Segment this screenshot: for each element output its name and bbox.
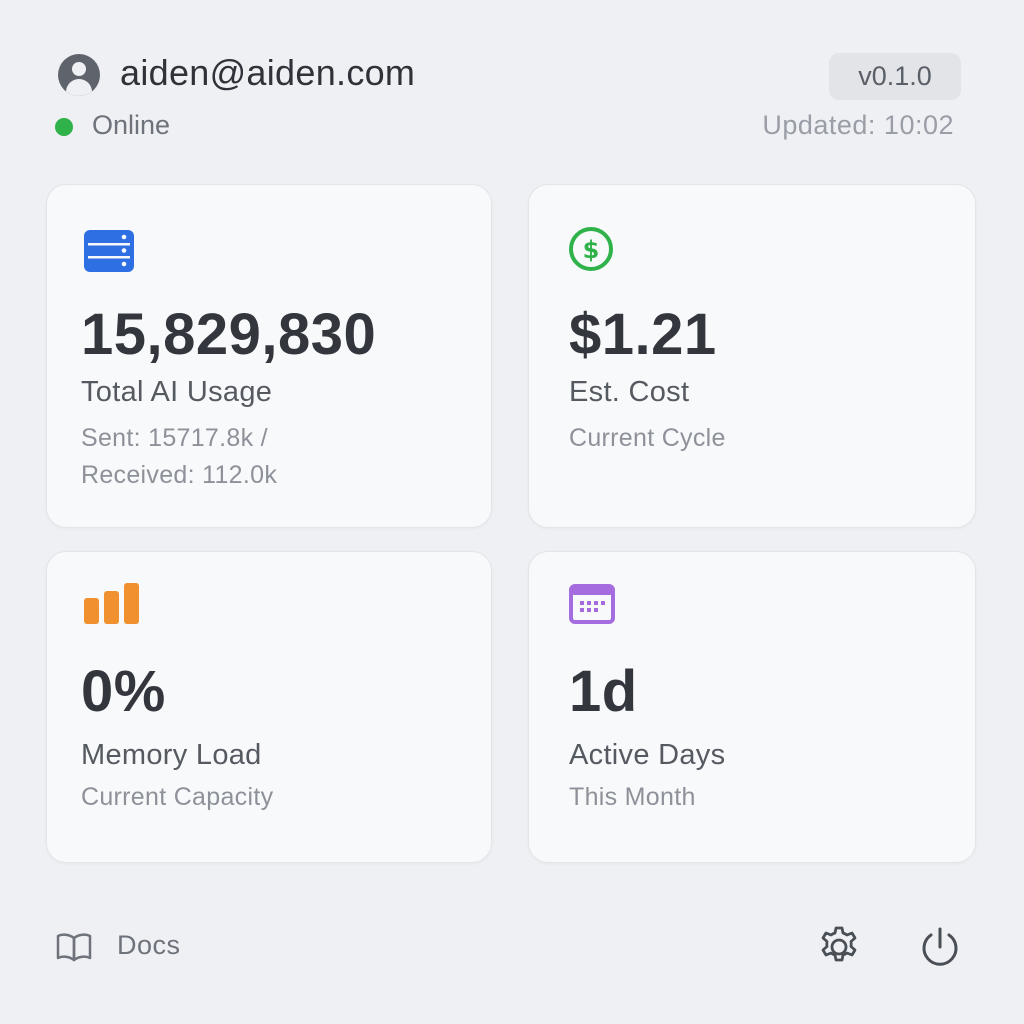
usage-label: Total AI Usage	[81, 376, 273, 408]
usage-value: 15,829,830	[81, 302, 377, 367]
memory-label: Memory Load	[81, 739, 262, 771]
power-icon[interactable]	[918, 925, 962, 969]
calendar-icon	[569, 584, 615, 624]
cost-sub: Current Cycle	[569, 424, 726, 452]
memory-card: 0% Memory Load Current Capacity	[46, 551, 492, 863]
memory-value: 0%	[81, 659, 166, 724]
avatar-icon[interactable]	[58, 54, 100, 96]
gear-icon[interactable]	[817, 925, 861, 969]
docs-link[interactable]: Docs	[117, 930, 181, 961]
status-text: Online	[92, 110, 171, 140]
cost-value: $1.21	[569, 302, 717, 367]
usage-received: Received: 112.0k	[81, 461, 278, 489]
active-days-card: 1d Active Days This Month	[528, 551, 976, 863]
bar-chart-icon	[84, 583, 139, 624]
cost-card: $ $1.21 Est. Cost Current Cycle	[528, 184, 976, 528]
version-badge: v0.1.0	[829, 53, 961, 100]
usage-card: 15,829,830 Total AI Usage Sent: 15717.8k…	[46, 184, 492, 528]
header: aiden@aiden.com Online v0.1.0 Updated: 1…	[0, 0, 1024, 170]
dollar-icon: $	[569, 227, 613, 271]
active-days-value: 1d	[569, 659, 638, 724]
user-email: aiden@aiden.com	[120, 52, 416, 93]
updated-time: Updated: 10:02	[762, 110, 954, 140]
active-days-label: Active Days	[569, 739, 726, 771]
server-icon	[84, 230, 134, 272]
svg-text:$: $	[583, 236, 600, 264]
book-icon[interactable]	[56, 932, 92, 962]
usage-sent: Sent: 15717.8k /	[81, 424, 268, 452]
memory-sub: Current Capacity	[81, 783, 274, 811]
cost-label: Est. Cost	[569, 376, 690, 408]
active-days-sub: This Month	[569, 783, 696, 811]
online-status-dot	[55, 118, 73, 136]
